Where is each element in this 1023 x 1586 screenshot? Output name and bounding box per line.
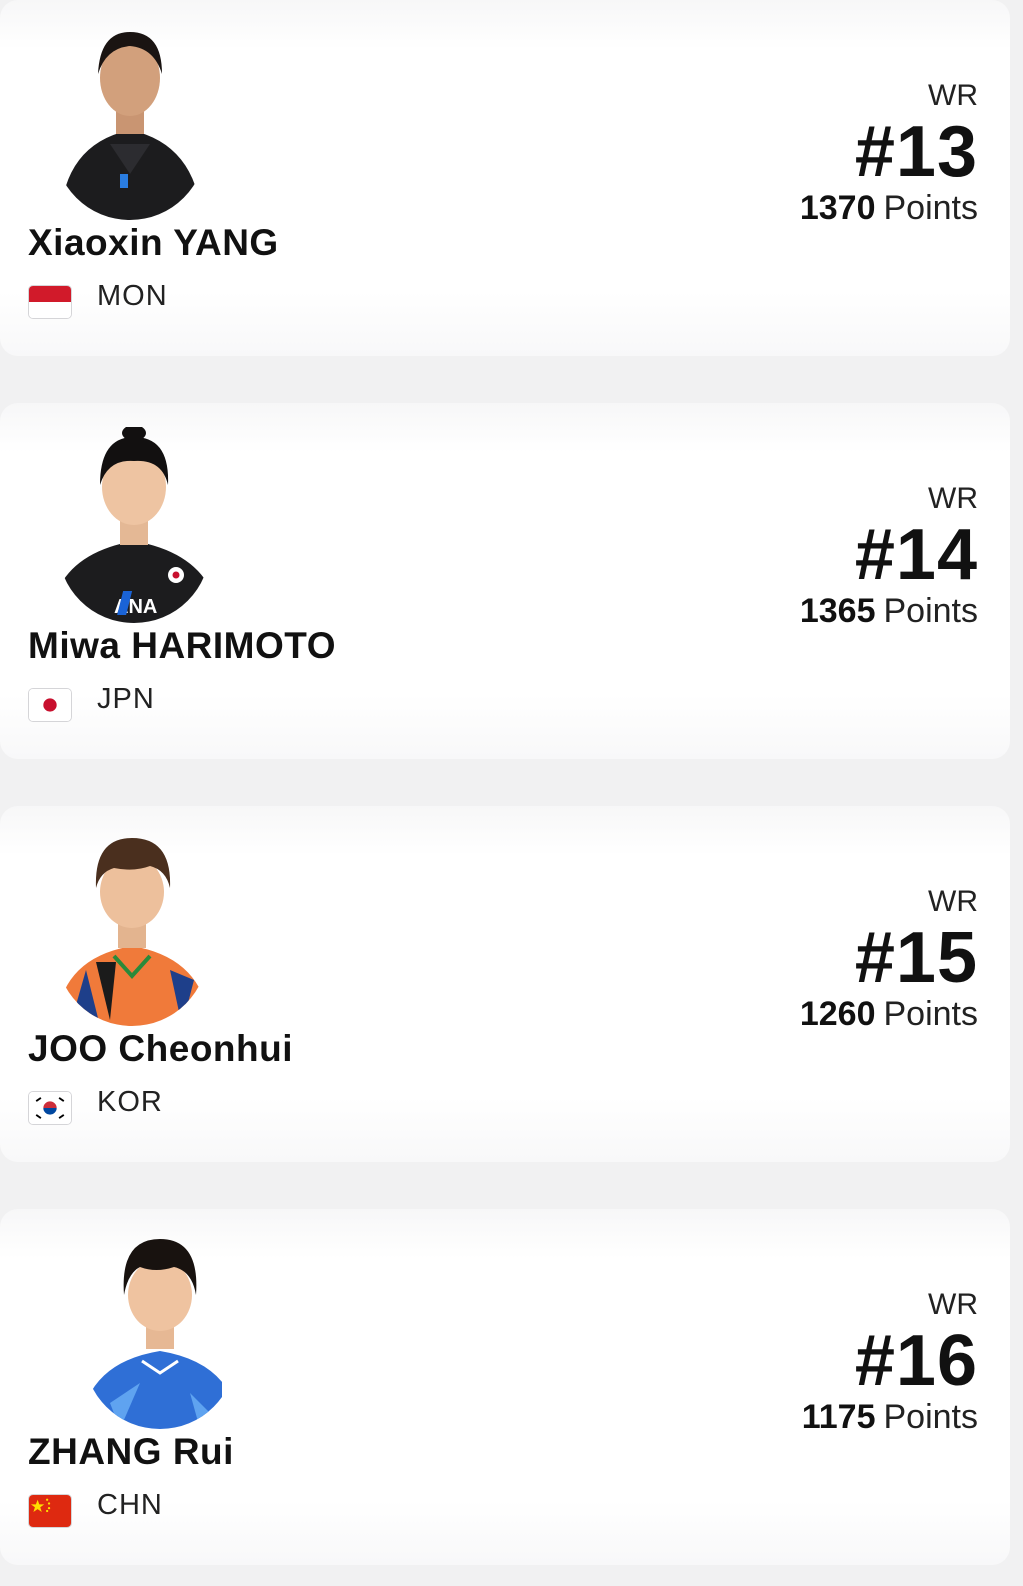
ranking-info: WR #13 1370 Points: [800, 78, 978, 228]
ranking-info: WR #16 1175 Points: [802, 1287, 978, 1437]
points-line: 1370 Points: [800, 188, 978, 228]
points-label: Points: [883, 995, 979, 1033]
world-rank-value: #15: [854, 918, 978, 998]
world-rank-label: WR: [928, 885, 978, 918]
points-line: 1365 Points: [800, 591, 978, 631]
country-code: MON: [97, 280, 168, 312]
world-rank-label: WR: [928, 1288, 978, 1321]
country-code: KOR: [97, 1086, 163, 1118]
points-line: 1260 Points: [800, 994, 978, 1034]
country-code: JPN: [97, 683, 155, 715]
player-name[interactable]: JOO Cheonhui: [28, 1028, 293, 1070]
player-card[interactable]: ZHANG Rui CHN WR #16 1175 Points: [0, 1209, 1010, 1565]
player-name[interactable]: Miwa HARIMOTO: [28, 625, 336, 667]
player-name[interactable]: ZHANG Rui: [28, 1431, 234, 1473]
points-label: Points: [883, 1398, 979, 1436]
player-avatar: ANA: [50, 427, 222, 623]
points-value: 1260: [799, 995, 876, 1033]
points-label: Points: [883, 592, 979, 630]
player-card[interactable]: Xiaoxin YANG MON WR #13 1370 Points: [0, 0, 1010, 356]
player-avatar: [50, 1233, 222, 1429]
ranking-info: WR #14 1365 Points: [800, 481, 978, 631]
player-ranking-list: Xiaoxin YANG MON WR #13 1370 Points ANA …: [0, 0, 1023, 1586]
player-card[interactable]: JOO Cheonhui KOR WR #15 1260 Points: [0, 806, 1010, 1162]
points-value: 1370: [799, 189, 876, 227]
world-rank-label: WR: [928, 482, 978, 515]
world-rank-value: #14: [854, 515, 978, 595]
points-value: 1175: [801, 1398, 876, 1436]
mongolia-flag-icon: [28, 285, 72, 319]
korea-flag-icon: [28, 1091, 72, 1125]
points-label: Points: [883, 189, 979, 227]
player-avatar: [50, 24, 222, 220]
japan-flag-icon: [28, 688, 72, 722]
world-rank-label: WR: [928, 79, 978, 112]
player-avatar: [50, 830, 222, 1026]
china-flag-icon: [28, 1494, 72, 1528]
country-code: CHN: [97, 1489, 163, 1521]
points-value: 1365: [799, 592, 876, 630]
world-rank-value: #16: [854, 1321, 978, 1401]
ranking-info: WR #15 1260 Points: [800, 884, 978, 1034]
player-name[interactable]: Xiaoxin YANG: [28, 222, 279, 264]
points-line: 1175 Points: [802, 1397, 978, 1437]
player-card[interactable]: ANA Miwa HARIMOTO JPN WR #14 1365 Points: [0, 403, 1010, 759]
world-rank-value: #13: [854, 112, 978, 192]
